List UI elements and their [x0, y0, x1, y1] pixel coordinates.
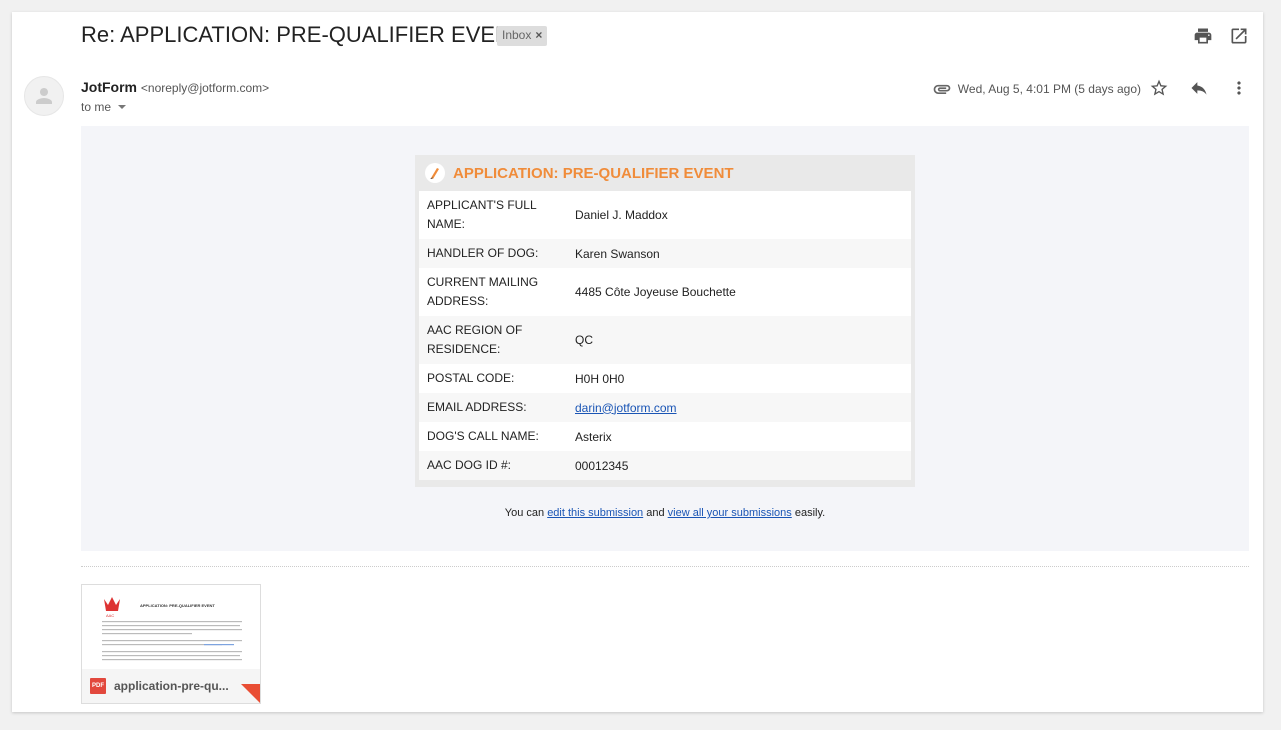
table-row: CURRENT MAILING ADDRESS: 4485 Côte Joyeu… [419, 268, 911, 316]
email-link[interactable]: darin@jotform.com [575, 401, 677, 415]
footer-suffix: easily. [794, 507, 826, 519]
field-label: CURRENT MAILING ADDRESS: [419, 268, 567, 316]
sender-email: <noreply@jotform.com> [140, 81, 270, 95]
form-title: APPLICATION: PRE-QUALIFIER EVENT [453, 164, 734, 182]
jotform-logo-icon [425, 163, 445, 183]
print-icon[interactable] [1193, 26, 1213, 46]
field-label: DOG'S CALL NAME: [419, 422, 567, 451]
table-row: EMAIL ADDRESS: darin@jotform.com [419, 393, 911, 422]
submission-form: APPLICATION: PRE-QUALIFIER EVENT APPLICA… [415, 155, 915, 487]
table-row: AAC DOG ID #: 00012345 [419, 451, 911, 480]
attachment-card[interactable]: AAC APPLICATION: PRE-QUALIFIER EVENT PDF… [81, 584, 261, 704]
svg-text:APPLICATION: PRE-QUALIFIER EVE: APPLICATION: PRE-QUALIFIER EVENT [140, 603, 215, 608]
svg-text:AAC: AAC [106, 613, 114, 618]
table-row: DOG'S CALL NAME: Asterix [419, 422, 911, 451]
label-chip-text: Inbox [502, 28, 532, 42]
attachment-footer: PDF application-pre-qu... [82, 669, 260, 703]
message-meta: Wed, Aug 5, 4:01 PM (5 days ago) [932, 79, 1141, 99]
pdf-icon: PDF [90, 678, 106, 694]
view-submissions-link[interactable]: view all your submissions [668, 507, 792, 519]
submission-footer: You can edit this submission and view al… [81, 507, 1249, 519]
more-vertical-icon[interactable] [1227, 76, 1251, 100]
chevron-down-icon [118, 105, 127, 109]
sender-name[interactable]: JotForm [81, 79, 137, 95]
field-value: 4485 Côte Joyeuse Bouchette [567, 268, 911, 316]
field-label: APPLICANT'S FULL NAME: [419, 191, 567, 239]
email-card: Re: APPLICATION: PRE-QUALIFIER EVENT Inb… [12, 12, 1263, 712]
field-value: Karen Swanson [567, 239, 911, 268]
attachment-divider [81, 566, 1249, 567]
attachment-corner-fold [241, 684, 260, 703]
footer-prefix: You can [504, 507, 545, 519]
sender-info: JotForm <noreply@jotform.com> [81, 79, 269, 95]
field-value: Asterix [567, 422, 911, 451]
reply-icon[interactable] [1187, 76, 1211, 100]
message-timestamp: Wed, Aug 5, 4:01 PM (5 days ago) [957, 82, 1141, 96]
inbox-label-chip[interactable]: Inbox × [497, 26, 548, 46]
submission-table: APPLICANT'S FULL NAME: Daniel J. Maddox … [419, 191, 911, 480]
field-value-email: darin@jotform.com [567, 393, 911, 422]
attachment-filename: application-pre-qu... [114, 679, 229, 693]
person-icon [36, 88, 52, 104]
field-label: EMAIL ADDRESS: [419, 393, 567, 422]
field-value: 00012345 [567, 451, 911, 480]
footer-middle: and [646, 507, 665, 519]
sender-avatar[interactable] [24, 76, 64, 116]
paperclip-icon [933, 84, 951, 94]
field-value: Daniel J. Maddox [567, 191, 911, 239]
field-value: QC [567, 316, 911, 364]
recipient-text: to me [81, 100, 112, 114]
table-row: APPLICANT'S FULL NAME: Daniel J. Maddox [419, 191, 911, 239]
form-header: APPLICATION: PRE-QUALIFIER EVENT [419, 155, 911, 191]
recipient-details-toggle[interactable]: to me [81, 100, 127, 114]
edit-submission-link[interactable]: edit this submission [547, 507, 643, 519]
attachment-preview: AAC APPLICATION: PRE-QUALIFIER EVENT [82, 585, 260, 671]
table-row: POSTAL CODE: H0H 0H0 [419, 364, 911, 393]
table-row: HANDLER OF DOG: Karen Swanson [419, 239, 911, 268]
email-subject: Re: APPLICATION: PRE-QUALIFIER EVENT [81, 22, 525, 47]
field-label: AAC DOG ID #: [419, 451, 567, 480]
email-body: APPLICATION: PRE-QUALIFIER EVENT APPLICA… [81, 126, 1249, 551]
field-label: POSTAL CODE: [419, 364, 567, 393]
field-label: HANDLER OF DOG: [419, 239, 567, 268]
field-value: H0H 0H0 [567, 364, 911, 393]
field-label: AAC REGION OF RESIDENCE: [419, 316, 567, 364]
star-icon[interactable] [1147, 76, 1171, 100]
open-in-new-window-icon[interactable] [1229, 26, 1249, 46]
table-row: AAC REGION OF RESIDENCE: QC [419, 316, 911, 364]
aac-logo-icon [104, 597, 120, 611]
remove-label-button[interactable]: × [535, 28, 542, 42]
